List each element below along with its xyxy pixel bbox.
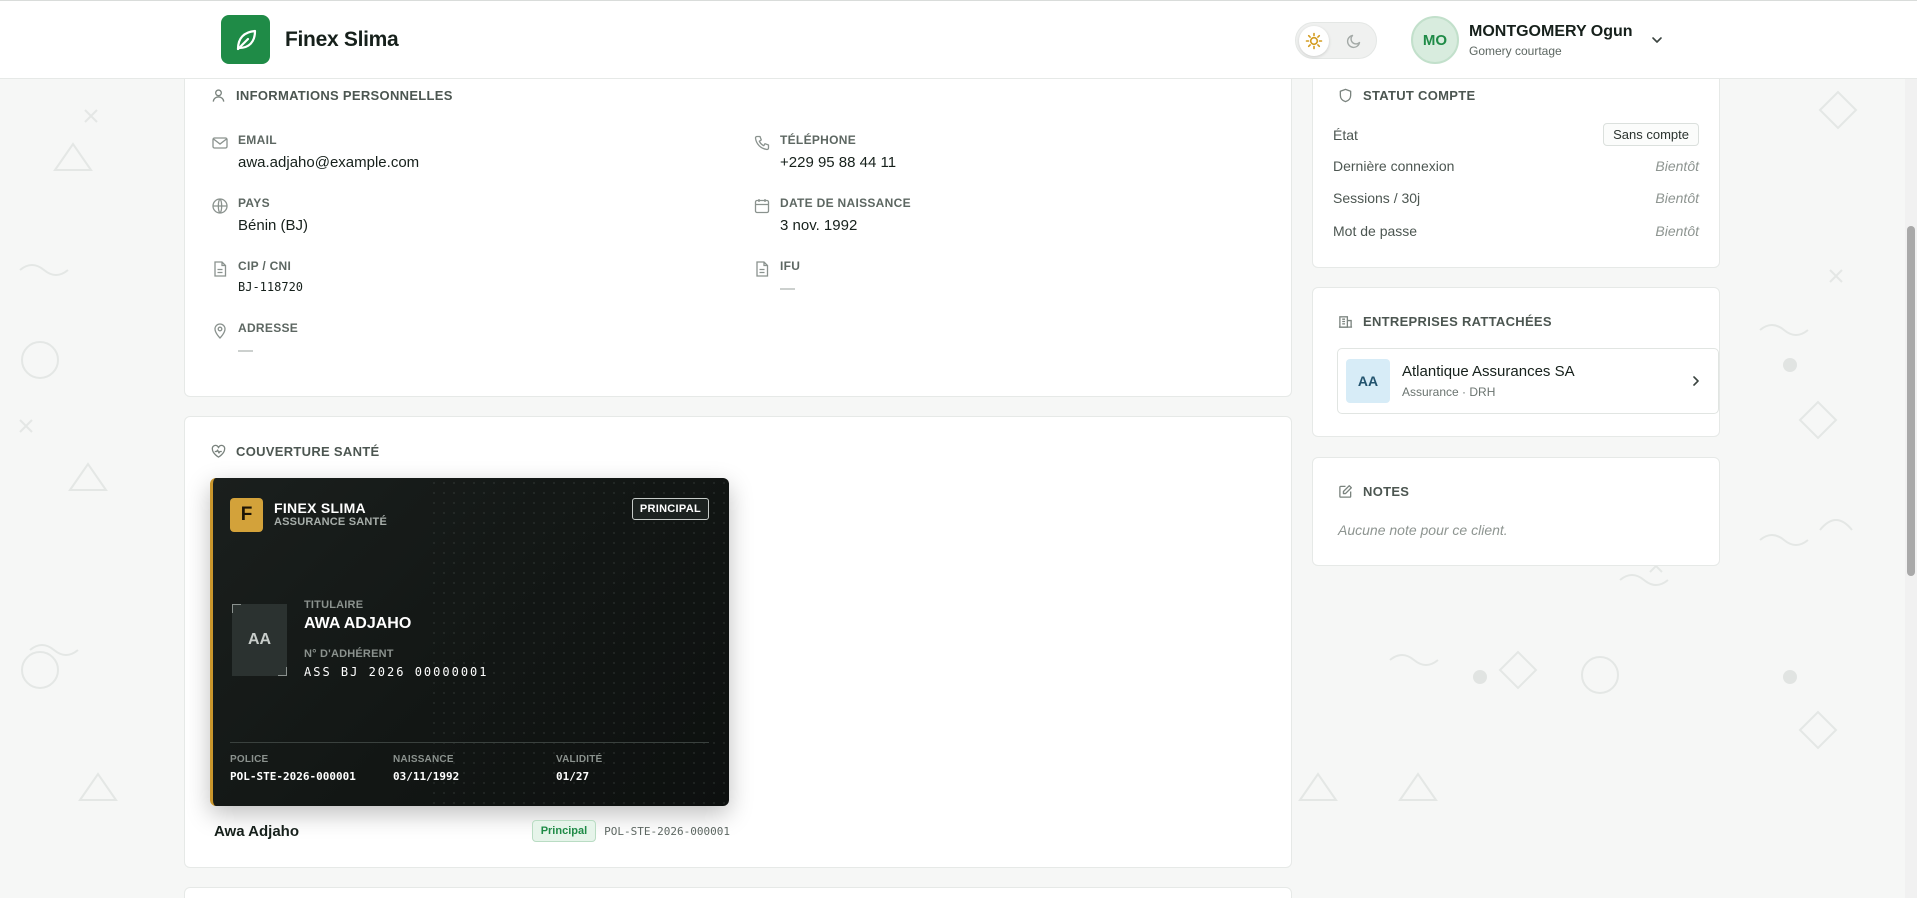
status-row-sessions: Sessions / 30j Bientôt bbox=[1333, 190, 1699, 206]
card-member-number: ASS BJ 2026 00000001 bbox=[304, 665, 489, 679]
top-bar: Finex Slima MO MONTGOMERY Ogun Gomery co… bbox=[0, 0, 1917, 79]
company-sub: Assurance · DRH bbox=[1402, 385, 1496, 399]
document-icon bbox=[756, 261, 769, 277]
birthdate-field: DATE DE NAISSANCE 3 nov. 1992 bbox=[753, 196, 911, 234]
company-logo: AA bbox=[1346, 359, 1390, 403]
address-field: ADRESSE — bbox=[211, 321, 298, 359]
card-holder-label: TITULAIRE bbox=[304, 599, 364, 611]
phone-icon bbox=[754, 135, 770, 151]
coverage-title: COUVERTURE SANTÉ bbox=[211, 444, 379, 459]
principal-badge: Principal bbox=[531, 820, 597, 842]
card-member-label: N° D'ADHÉRENT bbox=[304, 648, 394, 660]
coverage-card: COUVERTURE SANTÉ F FINEX SLIMA ASSURANCE… bbox=[184, 416, 1292, 868]
card-birth-value: 03/11/1992 bbox=[393, 770, 460, 783]
holder-name: Awa Adjaho bbox=[214, 822, 300, 840]
calendar-icon bbox=[754, 199, 770, 214]
card-policy-label: POLICE bbox=[230, 754, 269, 765]
heart-pulse-icon bbox=[211, 444, 226, 458]
id-number-field: CIP / CNI BJ-118720 bbox=[211, 259, 303, 294]
card-principal-tag: PRINCIPAL bbox=[631, 498, 709, 520]
status-row-password: Mot de passe Bientôt bbox=[1333, 223, 1699, 239]
email-field: EMAIL awa.adjaho@example.com bbox=[211, 133, 419, 171]
moon-icon[interactable] bbox=[1343, 30, 1365, 52]
chevron-down-icon[interactable] bbox=[1649, 32, 1665, 48]
shield-icon bbox=[1339, 88, 1352, 103]
phone-field: TÉLÉPHONE +229 95 88 44 11 bbox=[753, 133, 896, 171]
theme-toggle[interactable] bbox=[1295, 22, 1377, 59]
ifu-field: IFU — bbox=[753, 259, 800, 297]
card-brand: FINEX SLIMA bbox=[274, 500, 366, 516]
country-value: Bénin (BJ) bbox=[238, 217, 309, 234]
companies-card: ENTREPRISES RATTACHÉES AA Atlantique Ass… bbox=[1312, 287, 1720, 437]
user-menu[interactable]: MO MONTGOMERY Ogun Gomery courtage bbox=[1411, 16, 1665, 64]
insurance-card[interactable]: F FINEX SLIMA ASSURANCE SANTÉ PRINCIPAL … bbox=[210, 478, 729, 806]
notes-card: NOTES Aucune note pour ce client. bbox=[1312, 457, 1720, 566]
personal-info-card: INFORMATIONS PERSONNELLES EMAIL awa.adjah… bbox=[184, 70, 1292, 397]
address-value: — bbox=[238, 342, 253, 359]
status-row-state: État Sans compte bbox=[1333, 123, 1699, 146]
notes-empty: Aucune note pour ce client. bbox=[1338, 522, 1508, 538]
card-photo: AA bbox=[232, 604, 287, 676]
card-policy-value: POL-STE-2026-000001 bbox=[230, 770, 356, 783]
globe-icon bbox=[212, 198, 228, 214]
chevron-right-icon[interactable] bbox=[1688, 373, 1704, 389]
phone-value: +229 95 88 44 11 bbox=[780, 154, 897, 171]
status-badge: Sans compte bbox=[1603, 123, 1699, 146]
status-row-last-login: Dernière connexion Bientôt bbox=[1333, 158, 1699, 174]
company-name: Atlantique Assurances SA bbox=[1402, 363, 1575, 380]
ifu-value: — bbox=[780, 280, 795, 297]
card-validity-value: 01/27 bbox=[556, 770, 590, 783]
card-holder-name: AWA ADJAHO bbox=[304, 615, 412, 632]
card-logo: F bbox=[230, 498, 263, 532]
next-card-edge bbox=[184, 887, 1292, 898]
policy-ref: POL-STE-2026-000001 bbox=[604, 824, 730, 838]
leaf-logo-icon bbox=[221, 15, 270, 64]
card-birth-label: NAISSANCE bbox=[393, 754, 454, 765]
account-status-title: STATUT COMPTE bbox=[1338, 88, 1475, 103]
brand[interactable]: Finex Slima bbox=[221, 15, 399, 64]
notes-title: NOTES bbox=[1338, 484, 1409, 499]
building-icon bbox=[1338, 316, 1353, 328]
document-icon bbox=[214, 261, 227, 277]
card-brand-sub: ASSURANCE SANTÉ bbox=[274, 516, 388, 528]
personal-info-title: INFORMATIONS PERSONNELLES bbox=[211, 88, 453, 103]
avatar: MO bbox=[1411, 16, 1459, 64]
holder-row: Awa Adjaho Principal POL-STE-2026-000001 bbox=[214, 820, 730, 842]
card-divider bbox=[230, 742, 709, 743]
birthdate-value: 3 nov. 1992 bbox=[780, 217, 858, 234]
account-status-card: STATUT COMPTE État Sans compte Dernière … bbox=[1312, 70, 1720, 268]
brand-name: Finex Slima bbox=[285, 27, 399, 51]
card-validity-label: VALIDITÉ bbox=[556, 754, 603, 765]
sun-icon[interactable] bbox=[1299, 26, 1329, 56]
id-number-value: BJ-118720 bbox=[238, 280, 304, 294]
scrollbar-thumb[interactable] bbox=[1907, 226, 1915, 576]
user-name: MONTGOMERY Ogun bbox=[1469, 22, 1633, 40]
map-pin-icon bbox=[214, 323, 226, 339]
user-company: Gomery courtage bbox=[1469, 43, 1562, 58]
user-icon bbox=[212, 89, 225, 102]
mail-icon bbox=[212, 137, 228, 149]
email-value: awa.adjaho@example.com bbox=[238, 154, 420, 171]
companies-title: ENTREPRISES RATTACHÉES bbox=[1338, 314, 1552, 329]
edit-icon bbox=[1339, 485, 1352, 498]
company-item[interactable]: AA Atlantique Assurances SA Assurance · … bbox=[1337, 348, 1719, 414]
country-field: PAYS Bénin (BJ) bbox=[211, 196, 308, 234]
